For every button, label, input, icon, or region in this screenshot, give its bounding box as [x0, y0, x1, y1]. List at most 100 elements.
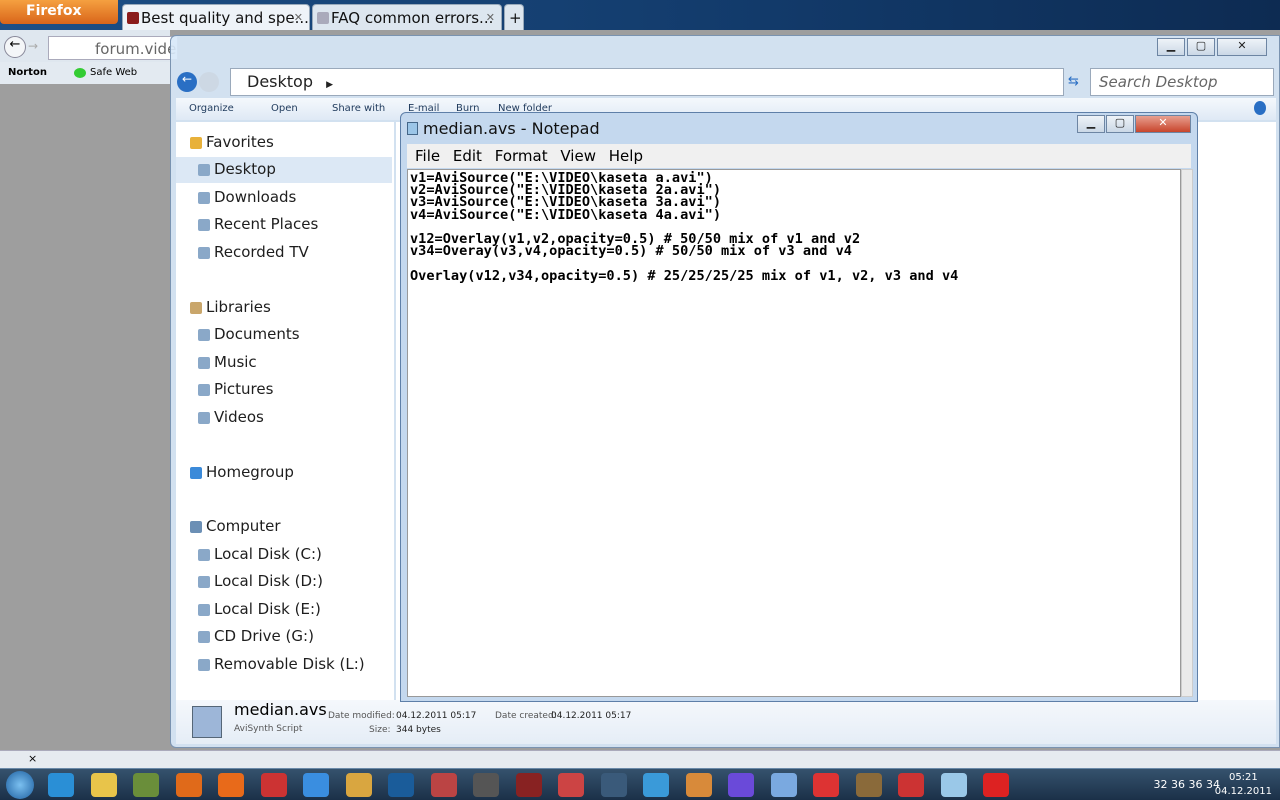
bookmarks-toolbar: Norton Safe Web — [0, 62, 170, 84]
minimize-button[interactable]: ▁ — [1157, 38, 1185, 56]
taskbar-app-icon[interactable] — [345, 773, 372, 797]
breadcrumb-desktop[interactable]: Desktop — [247, 72, 313, 91]
close-button[interactable]: ✕ — [1217, 38, 1267, 56]
nav-item-documents[interactable]: Documents — [176, 322, 392, 348]
avisynth-file-icon — [192, 706, 222, 738]
norton-button[interactable]: Norton — [8, 67, 47, 78]
taskbar-app-icon[interactable] — [855, 773, 882, 797]
close-tab-icon[interactable]: ✕ — [294, 11, 303, 24]
nav-item-local-disk-d[interactable]: Local Disk (D:) — [176, 569, 392, 595]
close-tab-icon[interactable]: ✕ — [486, 11, 495, 24]
taskbar-app-icon[interactable] — [303, 773, 329, 797]
nav-item-downloads[interactable]: Downloads — [176, 185, 392, 211]
maximize-button[interactable]: ▢ — [1106, 115, 1134, 133]
nav-item-recorded-tv[interactable]: Recorded TV — [176, 240, 392, 266]
taskbar-app-icon[interactable] — [728, 773, 754, 797]
nav-item-favorites[interactable]: Favorites — [176, 130, 392, 156]
back-icon[interactable]: ← — [177, 72, 197, 92]
nav-item-label: CD Drive (G:) — [214, 627, 314, 645]
nav-item-music[interactable]: Music — [176, 350, 392, 376]
nav-item-computer[interactable]: Computer — [176, 514, 392, 540]
nav-item-label: Recorded TV — [214, 243, 309, 261]
nav-item-cd-drive-g[interactable]: CD Drive (G:) — [176, 624, 392, 650]
clock-time: 05:21 — [1228, 772, 1258, 783]
taskbar-app-icon[interactable] — [600, 773, 627, 797]
firefox-menu-button[interactable]: Firefox — [0, 0, 118, 24]
nav-item-local-disk-e[interactable]: Local Disk (E:) — [176, 597, 392, 623]
menu-edit[interactable]: Edit — [453, 147, 482, 165]
chevron-right-icon[interactable]: ▶ — [326, 80, 333, 90]
minimize-button[interactable]: ▁ — [1077, 115, 1105, 133]
file-name: median.avs — [234, 700, 327, 719]
forward-icon[interactable]: → — [28, 39, 38, 53]
menu-view[interactable]: View — [560, 147, 596, 165]
clock[interactable]: 05:21 04.12.2011 — [1215, 771, 1272, 799]
nav-item-label: Homegroup — [206, 463, 294, 481]
taskbar-app-icon[interactable] — [940, 773, 967, 797]
taskbar-app-icon[interactable] — [260, 773, 287, 797]
taskbar-app-icon[interactable] — [218, 773, 244, 797]
nav-item-label: Videos — [214, 408, 264, 426]
nav-item-removable-disk-l[interactable]: Removable Disk (L:) — [176, 652, 392, 678]
start-button[interactable] — [6, 771, 34, 799]
pictures-icon — [198, 384, 210, 396]
open-button[interactable]: Open — [271, 103, 298, 114]
share-with-button[interactable]: Share with — [332, 103, 385, 114]
search-input[interactable]: Search Desktop — [1090, 68, 1274, 96]
nav-item-recent-places[interactable]: Recent Places — [176, 212, 392, 238]
taskbar-app-icon[interactable] — [898, 773, 924, 797]
taskbar-app-icon[interactable] — [388, 773, 414, 797]
vertical-scrollbar[interactable] — [1181, 169, 1193, 697]
taskbar-app-icon[interactable] — [473, 773, 499, 797]
organize-button[interactable]: Organize — [189, 103, 234, 114]
removable-disk-l-icon — [198, 659, 210, 671]
menu-help[interactable]: Help — [609, 147, 643, 165]
menu-format[interactable]: Format — [495, 147, 548, 165]
taskbar-app-icon[interactable] — [643, 773, 669, 797]
addon-bar: × — [0, 750, 1280, 768]
new-tab-button[interactable]: + — [504, 4, 524, 30]
navigation-pane: Favorites Desktop Downloads Recent Places Re… — [176, 122, 394, 700]
nav-item-label: Desktop — [214, 160, 276, 178]
taskbar-app-icon[interactable] — [685, 773, 712, 797]
menu-file[interactable]: File — [415, 147, 440, 165]
taskbar-app-icon[interactable] — [175, 773, 202, 797]
address-bar[interactable]: Desktop ▶ — [230, 68, 1064, 96]
size-label: Size: — [369, 725, 391, 735]
recent-places-icon — [198, 219, 210, 231]
close-addon-bar-icon[interactable]: × — [28, 752, 37, 765]
forward-icon[interactable] — [199, 72, 219, 92]
tab-best-quality[interactable]: Best quality and spe... ✕ — [122, 4, 310, 30]
modified-label: Date modified: — [328, 711, 395, 721]
taskbar-app-icon[interactable] — [558, 773, 584, 797]
created-value: 04.12.2011 05:17 — [551, 711, 632, 721]
taskbar-app-icon[interactable] — [983, 773, 1009, 797]
nav-item-homegroup[interactable]: Homegroup — [176, 460, 392, 486]
taskbar-app-icon[interactable] — [90, 773, 117, 797]
close-button[interactable]: ✕ — [1135, 115, 1191, 133]
nav-item-libraries[interactable]: Libraries — [176, 295, 392, 321]
taskbar-app-icon[interactable] — [813, 773, 839, 797]
videos-icon — [198, 412, 210, 424]
nav-item-pictures[interactable]: Pictures — [176, 377, 392, 403]
menu-bar: File Edit Format View Help — [407, 144, 1191, 168]
maximize-button[interactable]: ▢ — [1187, 38, 1215, 56]
url-bar[interactable]: forum.vide — [48, 36, 178, 60]
nav-item-videos[interactable]: Videos — [176, 405, 392, 431]
refresh-icon[interactable]: ⇆ — [1068, 74, 1079, 89]
help-icon[interactable] — [1254, 101, 1266, 115]
text-editor[interactable]: v1=AviSource("E:\VIDEO\kaseta a.avi") v2… — [407, 169, 1181, 697]
taskbar-app-icon[interactable] — [430, 773, 457, 797]
nav-item-desktop[interactable]: Desktop — [176, 157, 392, 183]
taskbar-app-icon[interactable] — [133, 773, 159, 797]
taskbar-app-icon[interactable] — [48, 773, 74, 797]
nav-item-local-disk-c[interactable]: Local Disk (C:) — [176, 542, 392, 568]
tab-faq[interactable]: FAQ common errors... ✕ — [312, 4, 502, 30]
tab-label: Best quality and spe... — [141, 9, 309, 27]
taskbar-app-icon[interactable] — [515, 773, 542, 797]
window-title: median.avs - Notepad — [423, 119, 600, 138]
back-icon[interactable]: ← — [4, 36, 26, 58]
taskbar-app-icon[interactable] — [770, 773, 797, 797]
safe-web-button[interactable]: Safe Web — [90, 67, 137, 78]
nav-item-label: Computer — [206, 517, 281, 535]
